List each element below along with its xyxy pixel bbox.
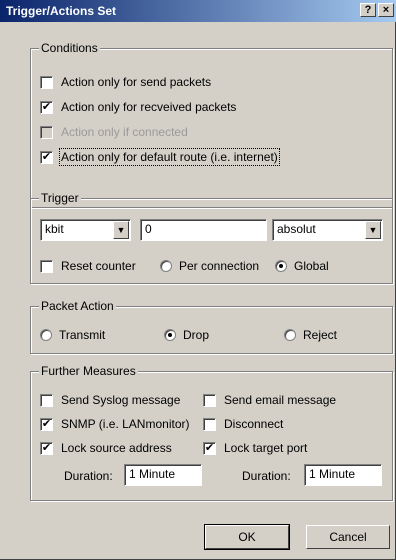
duration-right-input[interactable]: 1 Minute: [304, 464, 382, 486]
ok-button[interactable]: OK: [204, 524, 290, 550]
packet-action-legend: Packet Action: [39, 299, 116, 313]
title-bar: Trigger/Actions Set ? ×: [0, 0, 396, 22]
send-packets-option[interactable]: Action only for send packets: [40, 74, 211, 90]
further-measures-legend: Further Measures: [39, 364, 138, 378]
chevron-down-icon[interactable]: ▼: [365, 221, 381, 239]
drop-label: Drop: [183, 328, 210, 342]
send-syslog-checkbox[interactable]: [40, 393, 53, 407]
duration-left-input[interactable]: 1 Minute: [124, 464, 202, 486]
trigger-actions-dialog: Trigger/Actions Set ? × Conditions Actio…: [0, 0, 396, 560]
conditions-legend: Conditions: [39, 41, 100, 55]
per-connection-label: Per connection: [179, 259, 260, 273]
default-route-option[interactable]: ✔ Action only for default route (i.e. in…: [40, 148, 280, 166]
packet-action-group: Packet Action Transmit Drop Reject: [30, 299, 393, 354]
send-syslog-option[interactable]: Send Syslog message: [40, 392, 180, 408]
reject-label: Reject: [303, 328, 338, 342]
received-packets-label: Action only for recveived packets: [61, 100, 237, 114]
trigger-value-input[interactable]: 0: [140, 219, 267, 241]
received-packets-checkbox[interactable]: ✔: [40, 100, 53, 114]
unit-dropdown[interactable]: kbit ▼: [40, 219, 131, 241]
lock-target-label: Lock target port: [224, 441, 308, 455]
chevron-down-icon[interactable]: ▼: [113, 221, 129, 239]
snmp-option[interactable]: ✔ SNMP (i.e. LANmonitor): [40, 416, 189, 432]
conditions-group: Conditions Action only for send packets …: [30, 41, 393, 208]
if-connected-checkbox: [40, 125, 53, 139]
mode-value: absolut: [277, 222, 316, 236]
reset-counter-option[interactable]: Reset counter: [40, 258, 136, 274]
unit-value: kbit: [45, 222, 64, 236]
transmit-label: Transmit: [59, 328, 106, 342]
cancel-button[interactable]: Cancel: [306, 525, 390, 549]
dialog-title: Trigger/Actions Set: [6, 4, 117, 18]
global-option[interactable]: Global: [275, 258, 329, 274]
trigger-group: Trigger kbit ▼ 0 absolut ▼ Reset counter…: [30, 191, 393, 284]
send-email-label: Send email message: [224, 393, 337, 407]
per-connection-radio[interactable]: [160, 260, 172, 272]
if-connected-option: Action only if connected: [40, 124, 188, 140]
send-syslog-label: Send Syslog message: [61, 393, 181, 407]
mode-dropdown[interactable]: absolut ▼: [272, 219, 383, 241]
lock-source-option[interactable]: ✔ Lock source address: [40, 440, 172, 456]
lock-source-checkbox[interactable]: ✔: [40, 441, 53, 455]
send-packets-label: Action only for send packets: [61, 75, 212, 89]
global-radio[interactable]: [275, 260, 287, 272]
transmit-option[interactable]: Transmit: [40, 327, 105, 343]
drop-radio[interactable]: [164, 329, 176, 341]
snmp-checkbox[interactable]: ✔: [40, 417, 53, 431]
further-measures-group: Further Measures Send Syslog message Sen…: [30, 364, 393, 501]
duration-right-label: Duration:: [242, 469, 291, 483]
global-label: Global: [294, 259, 329, 273]
disconnect-label: Disconnect: [224, 417, 284, 431]
default-route-checkbox[interactable]: ✔: [40, 150, 53, 164]
snmp-label: SNMP (i.e. LANmonitor): [61, 417, 190, 431]
per-connection-option[interactable]: Per connection: [160, 258, 259, 274]
radio-selected-dot: [168, 333, 172, 337]
reject-radio[interactable]: [284, 329, 296, 341]
reset-counter-label: Reset counter: [61, 259, 136, 273]
radio-selected-dot: [279, 264, 283, 268]
close-button[interactable]: ×: [378, 3, 394, 17]
duration-left-label: Duration:: [64, 469, 113, 483]
send-email-option[interactable]: Send email message: [203, 392, 336, 408]
if-connected-label: Action only if connected: [61, 125, 188, 139]
default-route-label: Action only for default route (i.e. inte…: [59, 148, 280, 166]
send-email-checkbox[interactable]: [203, 393, 216, 407]
disconnect-checkbox[interactable]: [203, 417, 216, 431]
send-packets-checkbox[interactable]: [40, 75, 53, 89]
lock-target-checkbox[interactable]: ✔: [203, 441, 216, 455]
lock-source-label: Lock source address: [61, 441, 172, 455]
received-packets-option[interactable]: ✔ Action only for recveived packets: [40, 99, 236, 115]
reject-option[interactable]: Reject: [284, 327, 337, 343]
reset-counter-checkbox[interactable]: [40, 259, 53, 273]
transmit-radio[interactable]: [40, 329, 52, 341]
trigger-legend: Trigger: [39, 191, 81, 205]
lock-target-option[interactable]: ✔ Lock target port: [203, 440, 307, 456]
drop-option[interactable]: Drop: [164, 327, 209, 343]
disconnect-option[interactable]: Disconnect: [203, 416, 283, 432]
help-button[interactable]: ?: [360, 3, 376, 17]
